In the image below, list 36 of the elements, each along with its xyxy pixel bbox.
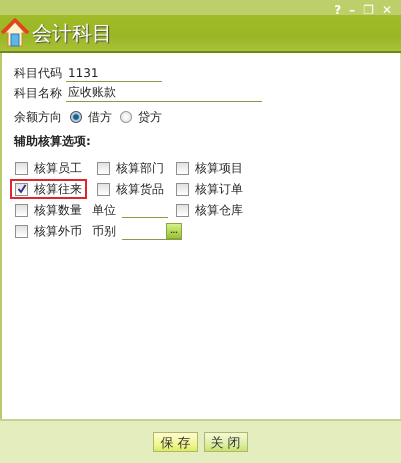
- text-field[interactable]: 1131: [66, 64, 162, 82]
- field-label: 币别: [92, 222, 116, 240]
- field-label: 单位: [92, 202, 116, 218]
- checkbox[interactable]: [176, 162, 189, 174]
- checkbox-label: 核算往来: [34, 180, 82, 198]
- checkbox[interactable]: [97, 182, 110, 196]
- section-heading: 辅助核算选项:: [14, 133, 92, 150]
- checkbox[interactable]: [15, 204, 28, 216]
- radio-label: 借方: [88, 108, 112, 126]
- checkbox[interactable]: [15, 162, 28, 174]
- browse-button[interactable]: ...: [166, 222, 182, 238]
- checkbox[interactable]: [176, 204, 189, 216]
- checkbox[interactable]: [15, 182, 28, 196]
- radio-button[interactable]: [120, 111, 132, 123]
- checkbox[interactable]: [97, 162, 110, 174]
- close-button[interactable]: 关 闭: [204, 432, 248, 452]
- checkbox[interactable]: [15, 224, 28, 238]
- checkbox-label: 核算部门: [116, 160, 164, 176]
- field-label: 科目名称: [14, 84, 62, 102]
- field-label: 余额方向: [14, 108, 62, 126]
- currency-field[interactable]: ...: [122, 222, 182, 240]
- checkbox-label: 核算货品: [116, 180, 164, 198]
- window-title: 会计科目: [32, 20, 112, 46]
- save-button[interactable]: 保 存: [153, 432, 198, 452]
- checkbox-label: 核算数量: [34, 202, 82, 218]
- checkbox-label: 核算员工: [34, 160, 82, 176]
- checkbox[interactable]: [176, 182, 189, 196]
- checkbox-label: 核算外币: [34, 222, 82, 240]
- checkbox-label: 核算仓库: [195, 202, 243, 218]
- field-label: 科目代码: [14, 64, 62, 82]
- checkbox-label: 核算项目: [195, 160, 243, 176]
- radio-button[interactable]: [70, 111, 82, 123]
- text-field[interactable]: 应收账款: [66, 84, 262, 102]
- checkbox-label: 核算订单: [195, 180, 243, 198]
- radio-label: 贷方: [138, 108, 162, 126]
- house-icon: [0, 18, 30, 48]
